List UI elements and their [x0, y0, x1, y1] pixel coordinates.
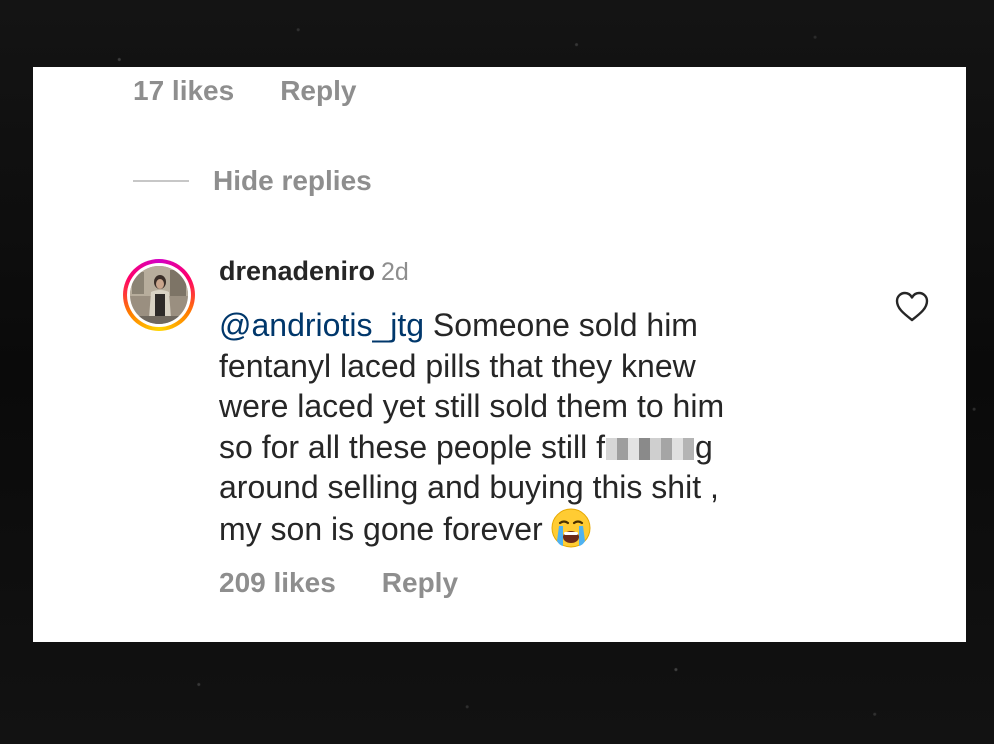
comment-line: were laced yet still sold them to him: [219, 388, 725, 425]
avatar[interactable]: [123, 259, 195, 331]
censored-word-blur: [605, 437, 694, 460]
comment-text-segment: g: [694, 428, 713, 465]
parent-likes-count[interactable]: 17 likes: [133, 75, 234, 107]
comment-line: around selling and buying this shit ,: [219, 469, 719, 506]
hide-replies-divider: [133, 180, 189, 182]
reply-meta: 209 likes Reply: [219, 567, 458, 599]
reply-button[interactable]: Reply: [382, 567, 458, 599]
hide-replies-button[interactable]: Hide replies: [133, 165, 372, 197]
reply-likes-count[interactable]: 209 likes: [219, 567, 336, 599]
comment-text-segment: Someone sold him: [424, 307, 698, 343]
comment-text: @andriotis_jtg Someone sold him fentanyl…: [219, 305, 839, 558]
avatar-photo: [130, 266, 188, 324]
comment-line: my son is gone forever: [219, 508, 839, 558]
username[interactable]: drenadeniro: [219, 256, 375, 287]
comment-card: 17 likes Reply Hide replies drenadeniro …: [33, 67, 966, 642]
reply-header: drenadeniro 2d: [219, 256, 409, 287]
comment-text-segment: my son is gone forever: [219, 510, 543, 547]
comment-line: so for all these people still f g: [219, 427, 839, 468]
crying-face-icon: [551, 508, 591, 558]
comment-line: fentanyl laced pills that they knew: [219, 347, 696, 384]
hide-replies-label: Hide replies: [213, 165, 372, 196]
parent-reply-button[interactable]: Reply: [280, 75, 356, 107]
comment-text-segment: so for all these people still f: [219, 428, 605, 465]
heart-icon[interactable]: [895, 291, 929, 323]
comment-line: @andriotis_jtg Someone sold him: [219, 305, 839, 346]
parent-comment-meta: 17 likes Reply: [133, 75, 356, 107]
mention-link[interactable]: @andriotis_jtg: [219, 307, 424, 343]
timestamp: 2d: [381, 258, 409, 286]
